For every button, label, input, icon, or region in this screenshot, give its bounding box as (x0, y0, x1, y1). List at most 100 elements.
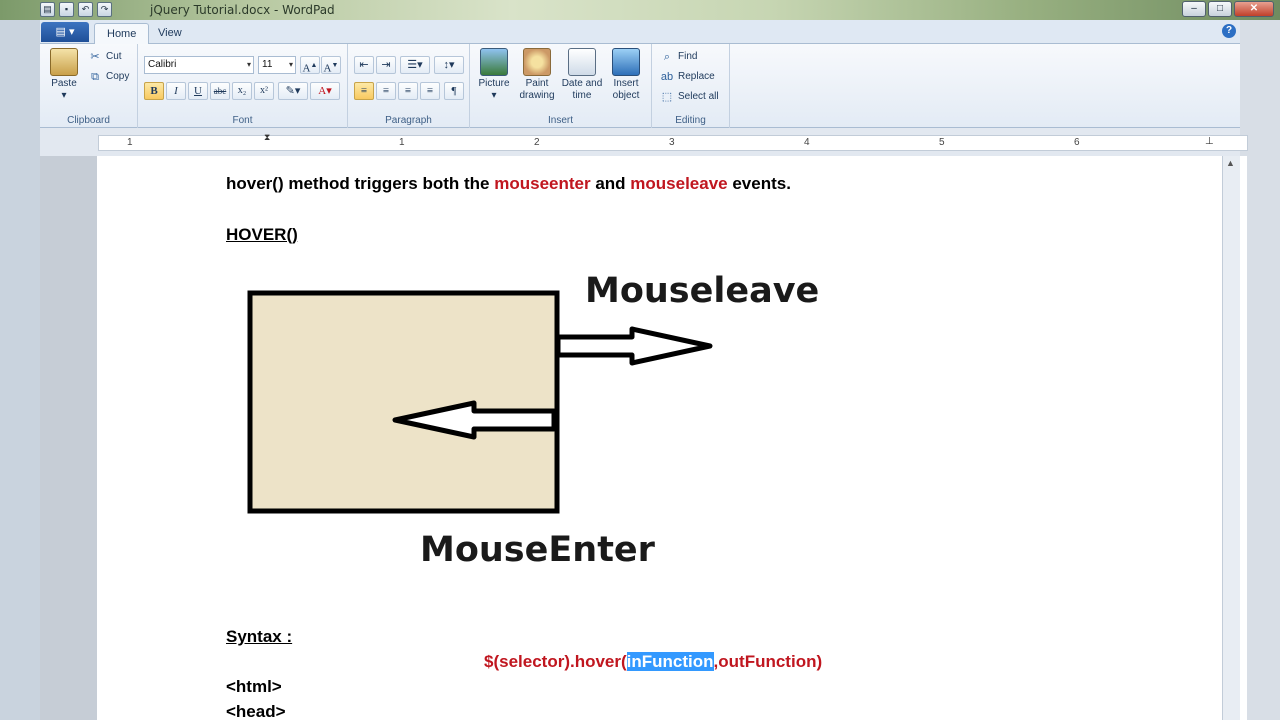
font-color-icon: A (318, 85, 327, 97)
redo-icon[interactable]: ↷ (97, 2, 112, 17)
syntax-line: $(selector).hover(inFunction,outFunction… (484, 652, 822, 672)
replace-button[interactable]: ab Replace (660, 68, 715, 86)
ruler-number: 2 (534, 137, 540, 148)
tab-home[interactable]: Home (94, 23, 150, 44)
tab-view[interactable]: View (146, 23, 194, 44)
font-color-button[interactable]: A▾ (310, 82, 340, 100)
right-margin-marker[interactable]: ⊥ (1205, 136, 1214, 147)
ruler-number: 1 (127, 137, 133, 148)
chevron-down-icon: ▾ (288, 60, 293, 69)
paste-icon (50, 48, 78, 76)
intro-text: events. (727, 174, 791, 193)
calendar-clock-icon (568, 48, 596, 76)
highlight-button[interactable]: ✎▾ (278, 82, 308, 100)
copy-label: Copy (106, 71, 130, 82)
paste-button[interactable]: Paste ▾ (46, 48, 82, 102)
line-spacing-button[interactable]: ↕▾ (434, 56, 464, 74)
ruler-number: 1 (399, 137, 405, 148)
ruler: 1 1 2 3 4 5 6 ⧗ ⊥ (40, 128, 1248, 156)
cut-label: Cut (106, 51, 122, 62)
paint-drawing-button[interactable]: Paint drawing (516, 48, 558, 102)
subscript-button[interactable]: x₂ (232, 82, 252, 100)
editing-group: ⌕ Find ab Replace ⬚ Select all Editing (652, 44, 730, 128)
font-family-select[interactable]: Calibri ▾ (144, 56, 254, 74)
clipboard-group-label: Clipboard (67, 115, 110, 126)
paint-drawing-label: Paint drawing (519, 78, 555, 101)
align-left-button[interactable]: ≡ (354, 82, 374, 100)
close-button[interactable]: ✕ (1234, 1, 1274, 17)
chevron-down-icon: ▾ (246, 60, 251, 69)
replace-icon: ab (660, 71, 674, 83)
element-box (247, 290, 560, 514)
syntax-method: .hover( (569, 652, 627, 671)
strikethrough-button[interactable]: abc (210, 82, 230, 100)
ruler-number: 4 (804, 137, 810, 148)
italic-button[interactable]: I (166, 82, 186, 100)
syntax-args: ,outFunction) (713, 652, 823, 671)
increase-indent-button[interactable]: ⇥ (376, 56, 396, 74)
highlighter-icon: ✎ (285, 85, 295, 97)
window-controls: – □ ✕ (1182, 1, 1274, 17)
hover-heading: HOVER() (226, 225, 298, 244)
select-all-label: Select all (678, 91, 719, 102)
intro-line: hover() method triggers both the mouseen… (226, 174, 791, 194)
justify-button[interactable]: ≡ (420, 82, 440, 100)
undo-icon[interactable]: ↶ (78, 2, 93, 17)
font-size-value: 11 (262, 59, 273, 70)
application-menu-button[interactable]: ▤ ▾ (41, 22, 89, 42)
bullets-button[interactable]: ☰▾ (400, 56, 430, 74)
syntax-label: Syntax : (226, 627, 293, 646)
picture-button[interactable]: Picture ▾ (474, 48, 514, 102)
font-size-select[interactable]: 11 ▾ (258, 56, 296, 74)
cut-button[interactable]: ✂ Cut (88, 48, 122, 66)
insert-group-label: Insert (547, 115, 573, 126)
replace-label: Replace (678, 71, 715, 82)
quick-access-toolbar: ▤ ▪ ↶ ↷ (40, 2, 112, 17)
font-family-value: Calibri (148, 59, 177, 70)
clipboard-group: Paste ▾ ✂ Cut ⧉ Copy Clipboard (40, 44, 138, 128)
font-group: Calibri ▾ 11 ▾ A▲ A▼ B I U abc x₂ x² ✎▾ A▾… (138, 44, 348, 128)
superscript-button[interactable]: x² (254, 82, 274, 100)
insert-object-button[interactable]: Insert object (606, 48, 646, 102)
indent-marker[interactable]: ⧗ (264, 132, 270, 143)
bold-button[interactable]: B (144, 82, 164, 100)
align-right-button[interactable]: ≡ (398, 82, 418, 100)
decrease-indent-button[interactable]: ⇤ (354, 56, 374, 74)
scissors-icon: ✂ (90, 51, 100, 63)
code-line: <html> (226, 677, 282, 696)
selected-text[interactable]: inFunction (626, 652, 714, 671)
minimize-button[interactable]: – (1182, 1, 1206, 17)
find-button[interactable]: ⌕ Find (660, 48, 698, 66)
underline-button[interactable]: U (188, 82, 208, 100)
title-bar: ▤ ▪ ↶ ↷ jQuery Tutorial.docx - WordPad –… (0, 0, 1280, 20)
insert-object-label: Insert object (612, 78, 640, 101)
mouseenter-keyword: mouseenter (494, 174, 591, 193)
select-all-button[interactable]: ⬚ Select all (660, 88, 719, 106)
maximize-button[interactable]: □ (1208, 1, 1232, 17)
app-icon[interactable]: ▤ (40, 2, 55, 17)
save-icon[interactable]: ▪ (59, 2, 74, 17)
mouseleave-arrow (555, 326, 713, 366)
ruler-strip[interactable]: 1 1 2 3 4 5 6 ⧗ ⊥ (98, 132, 1248, 151)
align-center-button[interactable]: ≡ (376, 82, 396, 100)
copy-button[interactable]: ⧉ Copy (88, 68, 129, 86)
ruler-number: 3 (669, 137, 675, 148)
code-line: <head> (226, 702, 286, 720)
window-title: jQuery Tutorial.docx - WordPad (150, 3, 335, 17)
left-desktop-edge (0, 20, 40, 720)
editing-group-label: Editing (675, 115, 706, 126)
paragraph-dialog-button[interactable]: ¶ (444, 82, 464, 100)
date-time-button[interactable]: Date and time (560, 48, 604, 102)
copy-icon: ⧉ (91, 71, 99, 83)
intro-text: hover() method triggers both the (226, 174, 495, 193)
shrink-font-button[interactable]: A▼ (321, 56, 341, 75)
picture-label: Picture (478, 78, 510, 89)
scroll-up-icon[interactable]: ▲ (1226, 158, 1235, 168)
paragraph-group-label: Paragraph (385, 115, 432, 126)
help-icon[interactable]: ? (1222, 24, 1236, 38)
grow-font-button[interactable]: A▲ (300, 56, 320, 75)
vertical-scrollbar[interactable]: ▲ (1222, 156, 1240, 720)
object-icon (612, 48, 640, 76)
palette-icon (523, 48, 551, 76)
picture-icon (480, 48, 508, 76)
